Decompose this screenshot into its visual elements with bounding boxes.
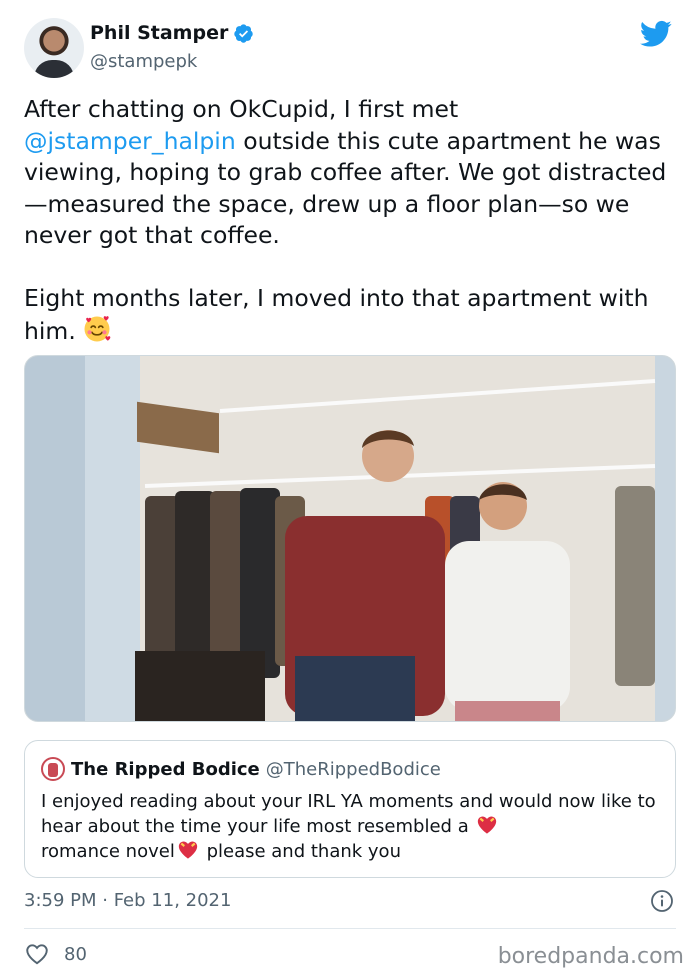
verified-badge-icon [234,23,254,43]
quoted-author-avatar[interactable] [41,757,65,781]
quoted-text-part2: romance novel [41,841,175,862]
twitter-bird-icon[interactable] [640,20,672,48]
tweet-header: Phil Stamper @stampepk [24,18,676,80]
divider [24,928,676,929]
heart-with-ribbon-icon-2 [178,841,198,859]
tweet-paragraph-1: After chatting on OkCupid, I first met @… [24,94,674,252]
quoted-tweet-header: The Ripped Bodice @TheRippedBodice [41,757,441,781]
author-name[interactable]: Phil Stamper [90,22,228,44]
heart-with-ribbon-icon [478,816,497,834]
quoted-author-handle[interactable]: @TheRippedBodice [266,759,441,780]
tweet-body: After chatting on OkCupid, I first met @… [24,94,674,348]
author-handle[interactable]: @stampepk [90,51,197,72]
info-icon[interactable] [650,889,674,913]
smiling-face-with-hearts-icon [84,316,111,342]
author-avatar[interactable] [24,18,84,78]
tweet-paragraph-2: Eight months later, I moved into that ap… [24,283,674,348]
author-name-row: Phil Stamper [90,22,254,44]
like-section: 80 [24,941,87,967]
quoted-text-part1: I enjoyed reading about your IRL YA mome… [41,791,656,837]
tweet-timestamp[interactable]: 3:59 PM · Feb 11, 2021 [24,890,231,911]
tweet-text-para2: Eight months later, I moved into that ap… [24,283,657,346]
heart-outline-icon[interactable] [24,941,50,967]
tweet-photo[interactable] [24,355,676,722]
like-count[interactable]: 80 [64,944,87,965]
closet-photo-illustration [25,356,675,721]
tweet-text-start: After chatting on OkCupid, I first met [24,95,459,123]
mention-link[interactable]: @jstamper_halpin [24,127,236,155]
quoted-tweet[interactable]: The Ripped Bodice @TheRippedBodice I enj… [24,740,676,878]
quoted-author-name[interactable]: The Ripped Bodice [71,759,260,780]
watermark: boredpanda.com [497,944,684,969]
quoted-text-part3: please and thank you [200,841,401,862]
quoted-tweet-text: I enjoyed reading about your IRL YA mome… [41,789,661,864]
